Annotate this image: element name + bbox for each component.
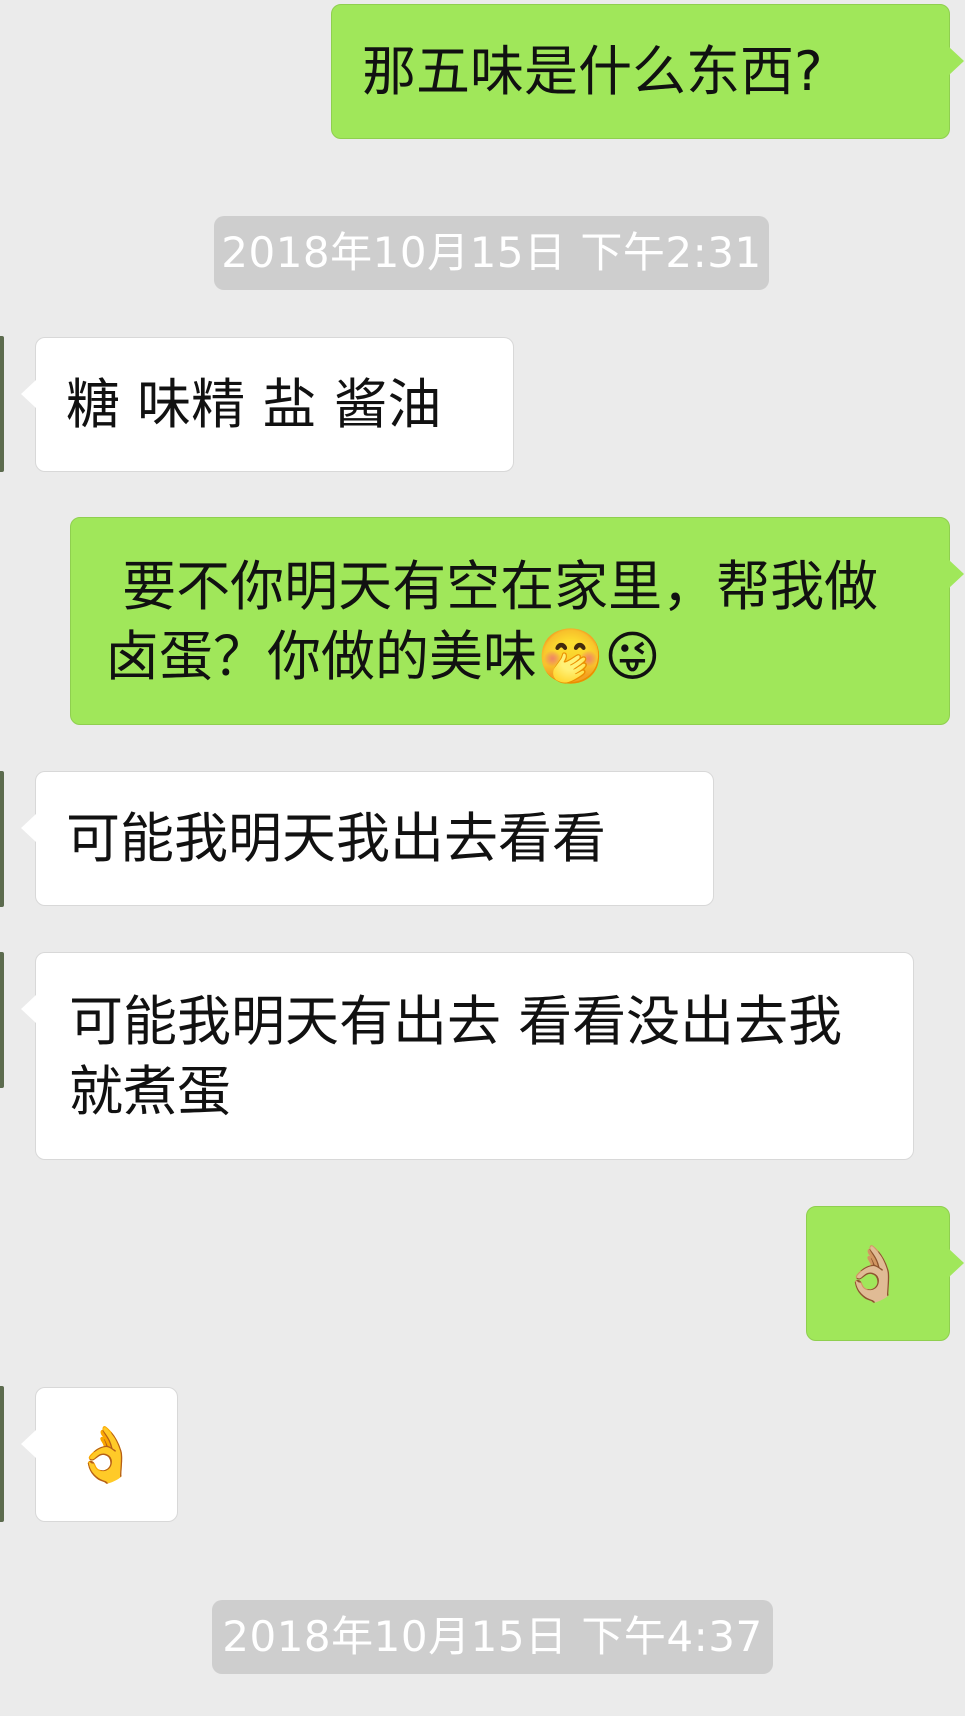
winking-face-with-tongue-icon: 😜 (604, 625, 661, 688)
timestamp-label: 2018年10月15日 下午2:31 (214, 216, 769, 290)
ok-hand-icon: 👌 (72, 1423, 140, 1486)
avatar[interactable] (0, 1386, 4, 1522)
avatar[interactable] (0, 771, 4, 907)
incoming-message-bubble[interactable]: 糖 味精 盐 酱油 (21, 337, 514, 472)
incoming-message-bubble[interactable]: 可能我明天我出去看看 (21, 771, 714, 906)
message-text: 可能我明天我出去看看 (66, 807, 606, 870)
message-text: 可能我明天有出去 看看没出去我就煮蛋 (69, 990, 843, 1123)
message-text: 要不你明天有空在家里，帮我做卤蛋？你做的美味🤭😜 (105, 552, 919, 692)
message-text: 那五味是什么东西? (362, 40, 823, 103)
incoming-message-bubble[interactable]: 👌 (21, 1387, 178, 1522)
chat-message-list[interactable]: 那五味是什么东西? 2018年10月15日 下午2:31 糖 味精 盐 酱油 要… (0, 0, 965, 1716)
incoming-message-bubble[interactable]: 可能我明天有出去 看看没出去我就煮蛋 (21, 952, 914, 1160)
outgoing-message-bubble[interactable]: 那五味是什么东西? (331, 4, 964, 139)
avatar[interactable] (0, 336, 4, 472)
timestamp-label: 2018年10月15日 下午4:37 (212, 1600, 773, 1674)
message-text-body: 要不你明天有空在家里，帮我做卤蛋？你做的美味 (105, 555, 879, 688)
outgoing-message-bubble[interactable]: 👌🏼 (806, 1206, 964, 1341)
timestamp-text: 2018年10月15日 下午4:37 (222, 1612, 763, 1661)
avatar[interactable] (0, 952, 4, 1088)
outgoing-message-bubble[interactable]: 要不你明天有空在家里，帮我做卤蛋？你做的美味🤭😜 (70, 517, 964, 725)
message-text: 糖 味精 盐 酱油 (66, 373, 442, 436)
face-with-hand-over-mouth-icon: 🤭 (537, 625, 605, 688)
timestamp-text: 2018年10月15日 下午2:31 (221, 228, 762, 277)
ok-hand-icon: 👌🏼 (839, 1242, 907, 1305)
